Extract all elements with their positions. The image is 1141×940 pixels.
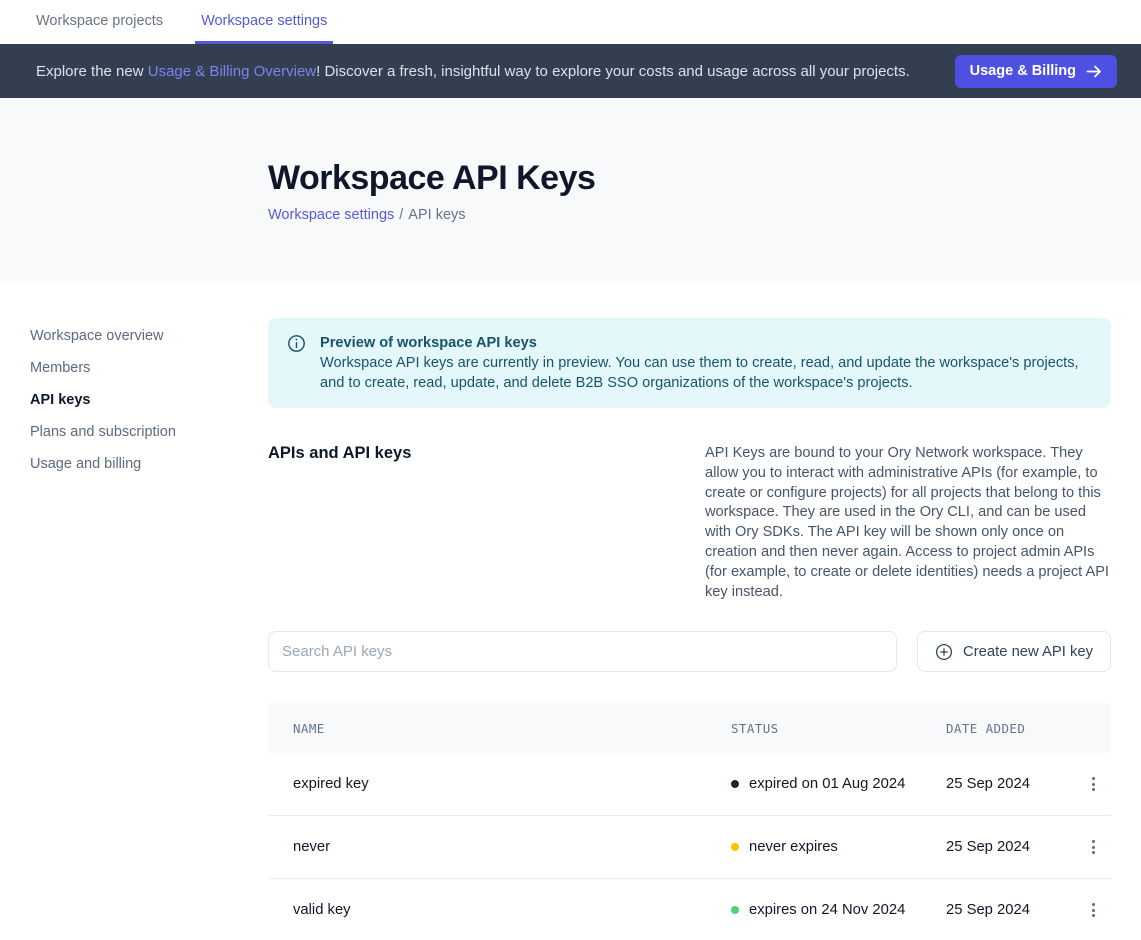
sidebar-item-api-keys[interactable]: API keys [30,384,268,416]
breadcrumb-workspace-settings-link[interactable]: Workspace settings [268,207,394,223]
table-controls: Create new API key [268,631,1111,672]
promo-banner: Explore the new Usage & Billing Overview… [0,44,1141,98]
status-dot-valid [731,906,739,914]
api-keys-table: NAME STATUS DATE ADDED expired key expir… [268,703,1111,940]
status-dot-expired [731,780,739,788]
status-dot-never-expires [731,843,739,851]
date-added: 25 Sep 2024 [946,839,1079,855]
status-text: never expires [749,839,838,855]
apis-section: APIs and API keys API Keys are bound to … [268,444,1111,602]
breadcrumb-current: API keys [408,207,465,223]
table-row: never never expires 25 Sep 2024 [268,816,1111,879]
table-row: expired key expired on 01 Aug 2024 25 Se… [268,753,1111,816]
preview-callout: Preview of workspace API keys Workspace … [268,318,1111,408]
preview-callout-title: Preview of workspace API keys [320,333,1091,353]
create-api-key-button[interactable]: Create new API key [917,631,1111,672]
usage-billing-button[interactable]: Usage & Billing [955,55,1117,88]
page-title: Workspace API Keys [268,158,1111,198]
banner-text: Explore the new Usage & Billing Overview… [36,63,910,80]
banner-usage-billing-link[interactable]: Usage & Billing Overview [148,63,316,80]
status-badge: never expires [731,839,946,855]
api-key-name: valid key [293,902,731,918]
sidebar-item-usage-billing[interactable]: Usage and billing [30,448,268,480]
sidebar-item-workspace-overview[interactable]: Workspace overview [30,320,268,352]
status-text: expired on 01 Aug 2024 [749,776,905,792]
status-text: expires on 24 Nov 2024 [749,902,905,918]
preview-callout-text: Preview of workspace API keys Workspace … [320,333,1091,393]
preview-callout-body: Workspace API keys are currently in prev… [320,353,1091,393]
breadcrumb: Workspace settings / API keys [268,207,1111,223]
kebab-menu-icon[interactable] [1081,772,1105,796]
arrow-right-icon [1086,65,1102,78]
column-header-date-added: DATE ADDED [946,721,1079,736]
search-input[interactable] [268,631,897,672]
usage-billing-button-label: Usage & Billing [970,63,1076,79]
api-key-name: expired key [293,776,731,792]
sidebar-item-members[interactable]: Members [30,352,268,384]
breadcrumb-separator: / [399,207,403,223]
date-added: 25 Sep 2024 [946,776,1079,792]
sidebar-item-plans-subscription[interactable]: Plans and subscription [30,416,268,448]
tab-workspace-settings[interactable]: Workspace settings [195,0,333,44]
main-area: Workspace overview Members API keys Plan… [0,281,1141,940]
banner-text-after: ! Discover a fresh, insightful way to ex… [316,63,910,80]
table-header-row: NAME STATUS DATE ADDED [268,703,1111,753]
content-area: Preview of workspace API keys Workspace … [268,281,1141,940]
section-heading: APIs and API keys [268,444,705,602]
page-header: Workspace API Keys Workspace settings / AP… [0,98,1141,281]
section-description: API Keys are bound to your Ory Network w… [705,444,1111,602]
column-header-status: STATUS [731,721,946,736]
tab-workspace-projects[interactable]: Workspace projects [30,0,169,44]
kebab-menu-icon[interactable] [1081,835,1105,859]
api-key-name: never [293,839,731,855]
date-added: 25 Sep 2024 [946,902,1079,918]
top-nav: Workspace projects Workspace settings [0,0,1141,44]
table-row: valid key expires on 24 Nov 2024 25 Sep … [268,879,1111,940]
create-api-key-button-label: Create new API key [963,644,1093,660]
banner-text-before: Explore the new [36,63,148,80]
status-badge: expires on 24 Nov 2024 [731,902,946,918]
kebab-menu-icon[interactable] [1081,898,1105,922]
plus-circle-icon [935,643,953,661]
status-badge: expired on 01 Aug 2024 [731,776,946,792]
info-circle-icon [287,334,306,353]
settings-sidebar: Workspace overview Members API keys Plan… [0,281,268,940]
column-header-name: NAME [293,721,731,736]
